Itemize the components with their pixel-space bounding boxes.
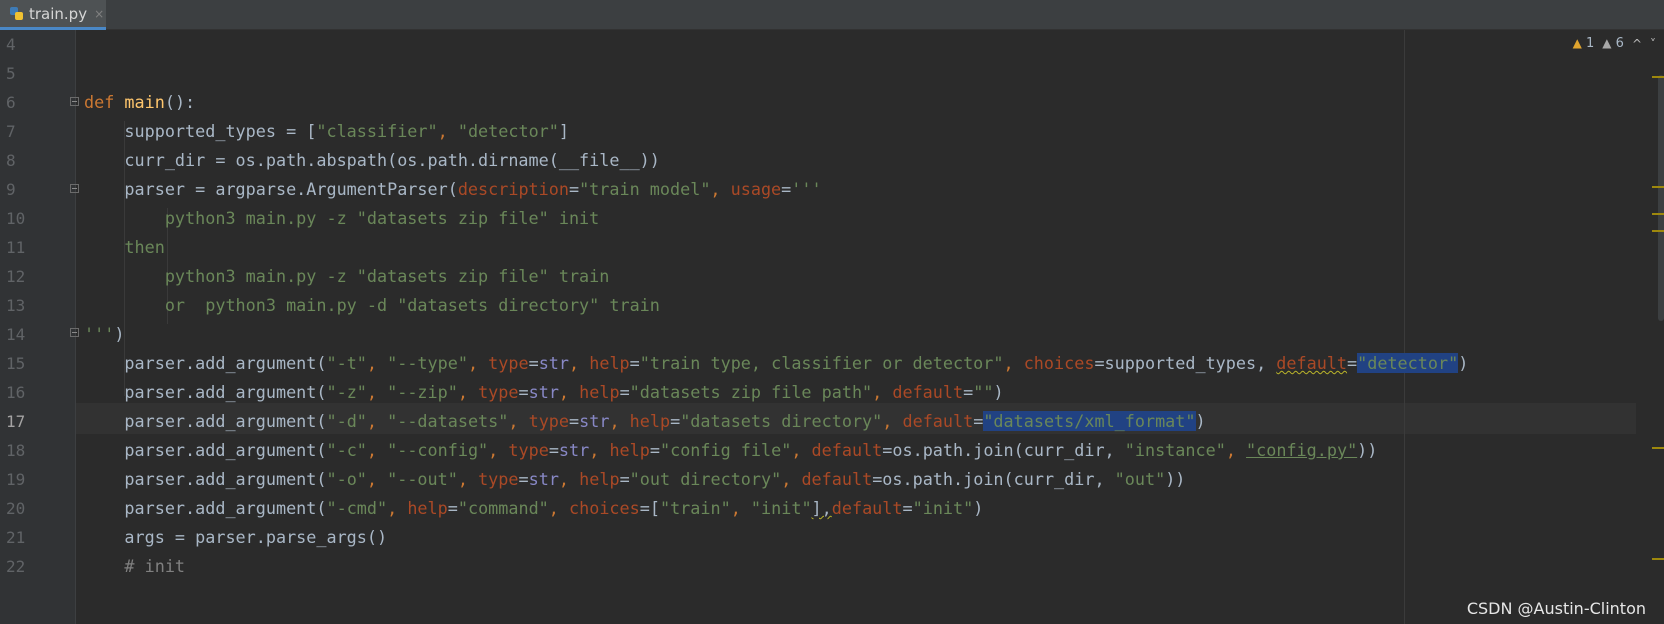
- line-number: 21: [6, 528, 26, 547]
- previous-highlight-button[interactable]: ^: [1632, 37, 1642, 51]
- line-number: 10: [6, 209, 26, 228]
- code-line-11: then: [84, 237, 165, 257]
- fold-marker[interactable]: [70, 328, 79, 337]
- code-line-19: parser.add_argument("-o", "--out", type=…: [84, 469, 1186, 489]
- line-number-gutter: 4 5 6 7 8 9 10 11 12 13 14 15 16 17 18 1…: [0, 30, 79, 624]
- line-number: 20: [6, 499, 26, 518]
- code-line-17: parser.add_argument("-d", "--datasets", …: [84, 411, 1206, 431]
- watermark-text: CSDN @Austin-Clinton: [1466, 599, 1646, 618]
- line-number: 7: [6, 122, 16, 141]
- stripe-mark[interactable]: [1652, 230, 1664, 232]
- close-icon[interactable]: ×: [94, 7, 104, 21]
- code-line-9: parser = argparse.ArgumentParser(descrip…: [84, 179, 822, 199]
- line-number: 11: [6, 238, 26, 257]
- code-line-7: supported_types = ["classifier", "detect…: [84, 121, 569, 141]
- stripe-mark[interactable]: [1652, 213, 1664, 215]
- code-line-22: # init: [84, 556, 186, 576]
- fold-marker[interactable]: [70, 97, 79, 106]
- fold-marker[interactable]: [70, 184, 79, 193]
- tab-label: train.py: [29, 4, 88, 23]
- code-editor[interactable]: 4 5 6 7 8 9 10 11 12 13 14 15 16 17 18 1…: [0, 30, 1664, 624]
- stripe-mark[interactable]: [1652, 558, 1664, 560]
- stripe-mark[interactable]: [1652, 447, 1664, 449]
- code-line-12: python3 main.py -z "datasets zip file" t…: [84, 266, 610, 286]
- python-file-icon: [10, 6, 24, 21]
- line-number: 6: [6, 93, 16, 112]
- line-number: 15: [6, 354, 26, 373]
- line-number: 5: [6, 64, 16, 83]
- selected-text: "datasets/xml_format": [983, 411, 1196, 431]
- code-line-8: curr_dir = os.path.abspath(os.path.dirna…: [84, 150, 660, 170]
- line-number: 16: [6, 383, 26, 402]
- stripe-mark[interactable]: [1652, 76, 1664, 78]
- warning-icon: ▲: [1572, 36, 1582, 50]
- line-number: 4: [6, 35, 16, 54]
- line-number: 18: [6, 441, 26, 460]
- editor-tab-bar: train.py ×: [0, 0, 1664, 30]
- line-number: 22: [6, 557, 26, 576]
- line-number: 9: [6, 180, 16, 199]
- next-highlight-button[interactable]: ˅: [1650, 37, 1656, 51]
- inspection-widget[interactable]: ▲ 1 ▲ 6 ^ ˅: [1573, 36, 1656, 51]
- code-line-6: def main():: [84, 92, 196, 112]
- line-number: 12: [6, 267, 26, 286]
- code-line-20: parser.add_argument("-cmd", help="comman…: [84, 498, 984, 518]
- selected-text: "detector": [1357, 353, 1459, 373]
- code-line-13: or python3 main.py -d "datasets director…: [84, 295, 660, 315]
- code-line-16: parser.add_argument("-z", "--zip", type=…: [84, 382, 1004, 402]
- stripe-mark[interactable]: [1652, 186, 1664, 188]
- code-line-14: '''): [84, 324, 125, 344]
- line-number: 19: [6, 470, 26, 489]
- code-line-10: python3 main.py -z "datasets zip file" i…: [84, 208, 600, 228]
- code-line-21: args = parser.parse_args(): [84, 527, 388, 547]
- code-line-18: parser.add_argument("-c", "--config", ty…: [84, 440, 1378, 460]
- line-number: 8: [6, 151, 16, 170]
- tab-train-py[interactable]: train.py ×: [0, 0, 106, 30]
- weak-warning-icon: ▲: [1602, 36, 1612, 50]
- line-number-current: 17: [6, 412, 26, 431]
- line-number: 14: [6, 325, 26, 344]
- right-margin-guide: [1404, 30, 1405, 624]
- warnings-indicator[interactable]: ▲ 1: [1573, 36, 1595, 51]
- weak-warnings-indicator[interactable]: ▲ 6: [1602, 36, 1624, 51]
- code-line-15: parser.add_argument("-t", "--type", type…: [84, 353, 1469, 373]
- scrollbar-thumb[interactable]: [1658, 75, 1664, 321]
- line-number: 13: [6, 296, 26, 315]
